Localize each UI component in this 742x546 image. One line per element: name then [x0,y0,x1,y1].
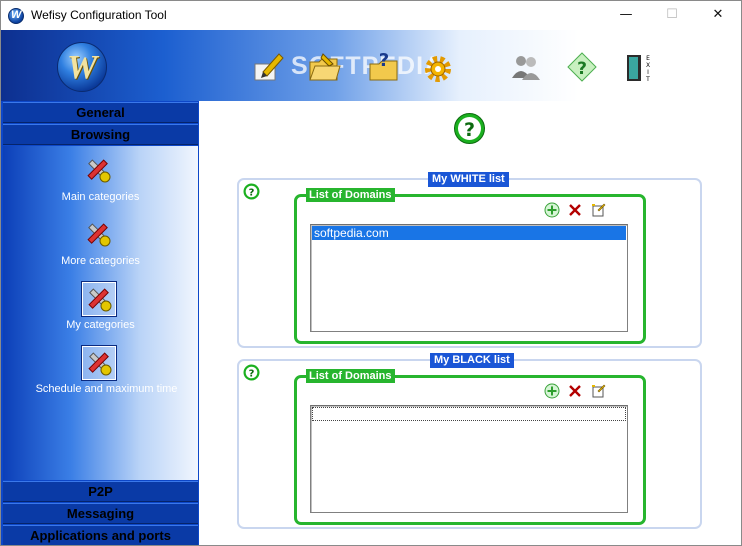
delete-icon[interactable] [567,383,583,399]
black-list-title: My BLACK list [430,353,514,368]
list-item-focus[interactable] [312,407,626,421]
svg-text:?: ? [379,50,389,71]
help-icon[interactable]: ? [565,50,599,84]
wefisy-logo: W [57,42,107,92]
window-title: Wefisy Configuration Tool [31,8,167,22]
list-item[interactable]: softpedia.com [312,226,626,240]
svg-text:?: ? [464,119,475,141]
svg-text:E: E [646,55,650,62]
svg-text:?: ? [249,369,255,380]
sidebar-item-my-categories[interactable]: My categories [3,278,198,336]
browsing-panel: Main categories More categories My categ… [3,146,198,480]
banner-toolbar: W SOFTPEDIA ? ? EXIT [1,30,741,101]
help-icon[interactable]: ? [243,183,260,200]
wefisy-app-icon: W [8,8,24,24]
svg-text:T: T [645,76,650,83]
tools-icon [82,218,116,252]
users-icon[interactable] [509,50,543,84]
tools-icon [81,345,117,381]
sidebar-item-main-categories[interactable]: Main categories [3,150,198,208]
maximize-button[interactable]: ☐ [649,1,695,30]
black-domains-listbox[interactable] [310,405,628,513]
domains-title: List of Domains [306,369,395,383]
add-icon[interactable] [544,202,560,218]
sidebar-section-messaging[interactable]: Messaging [3,503,198,524]
add-icon[interactable] [544,383,560,399]
sidebar-section-general[interactable]: General [3,102,198,123]
black-list-group: My BLACK list ? List of Domains [237,353,702,529]
white-list-title: My WHITE list [428,172,509,187]
delete-icon[interactable] [567,202,583,218]
white-domains-box: List of Domains softpedia.com [294,188,646,344]
svg-text:?: ? [249,188,255,199]
help-folder-icon[interactable]: ? [367,50,401,84]
domains-title: List of Domains [306,188,395,202]
open-folder-icon[interactable] [307,50,341,84]
sidebar: General Browsing Main categories More ca… [1,101,199,545]
help-icon[interactable]: ? [453,112,486,145]
title-bar: W Wefisy Configuration Tool — ☐ ✕ [1,1,741,30]
white-list-group: My WHITE list ? List of Domains softpedi… [237,172,702,348]
edit-icon[interactable] [590,383,606,399]
close-button[interactable]: ✕ [695,1,741,30]
svg-text:X: X [646,62,650,69]
tools-icon [82,154,116,188]
sidebar-section-browsing[interactable]: Browsing [3,124,198,145]
help-icon[interactable]: ? [243,364,260,381]
sidebar-item-more-categories[interactable]: More categories [3,214,198,272]
exit-door-icon[interactable]: EXIT [621,50,655,84]
main-content: ? My WHITE list ? List of Domains softpe… [199,101,741,545]
tools-icon [81,281,117,317]
white-domains-listbox[interactable]: softpedia.com [310,224,628,332]
minimize-button[interactable]: — [603,1,649,30]
black-domains-box: List of Domains [294,369,646,525]
edit-icon[interactable] [590,202,606,218]
settings-gear-icon[interactable] [421,50,455,84]
app-window: W Wefisy Configuration Tool — ☐ ✕ W SOFT… [0,0,742,546]
sidebar-item-schedule[interactable]: Schedule and maximum time [3,342,198,400]
svg-text:I: I [647,69,649,76]
sidebar-section-p2p[interactable]: P2P [3,481,198,502]
svg-text:?: ? [577,59,587,79]
sidebar-section-applications-and-ports[interactable]: Applications and ports [3,525,198,545]
edit-pencil-icon[interactable] [251,50,285,84]
